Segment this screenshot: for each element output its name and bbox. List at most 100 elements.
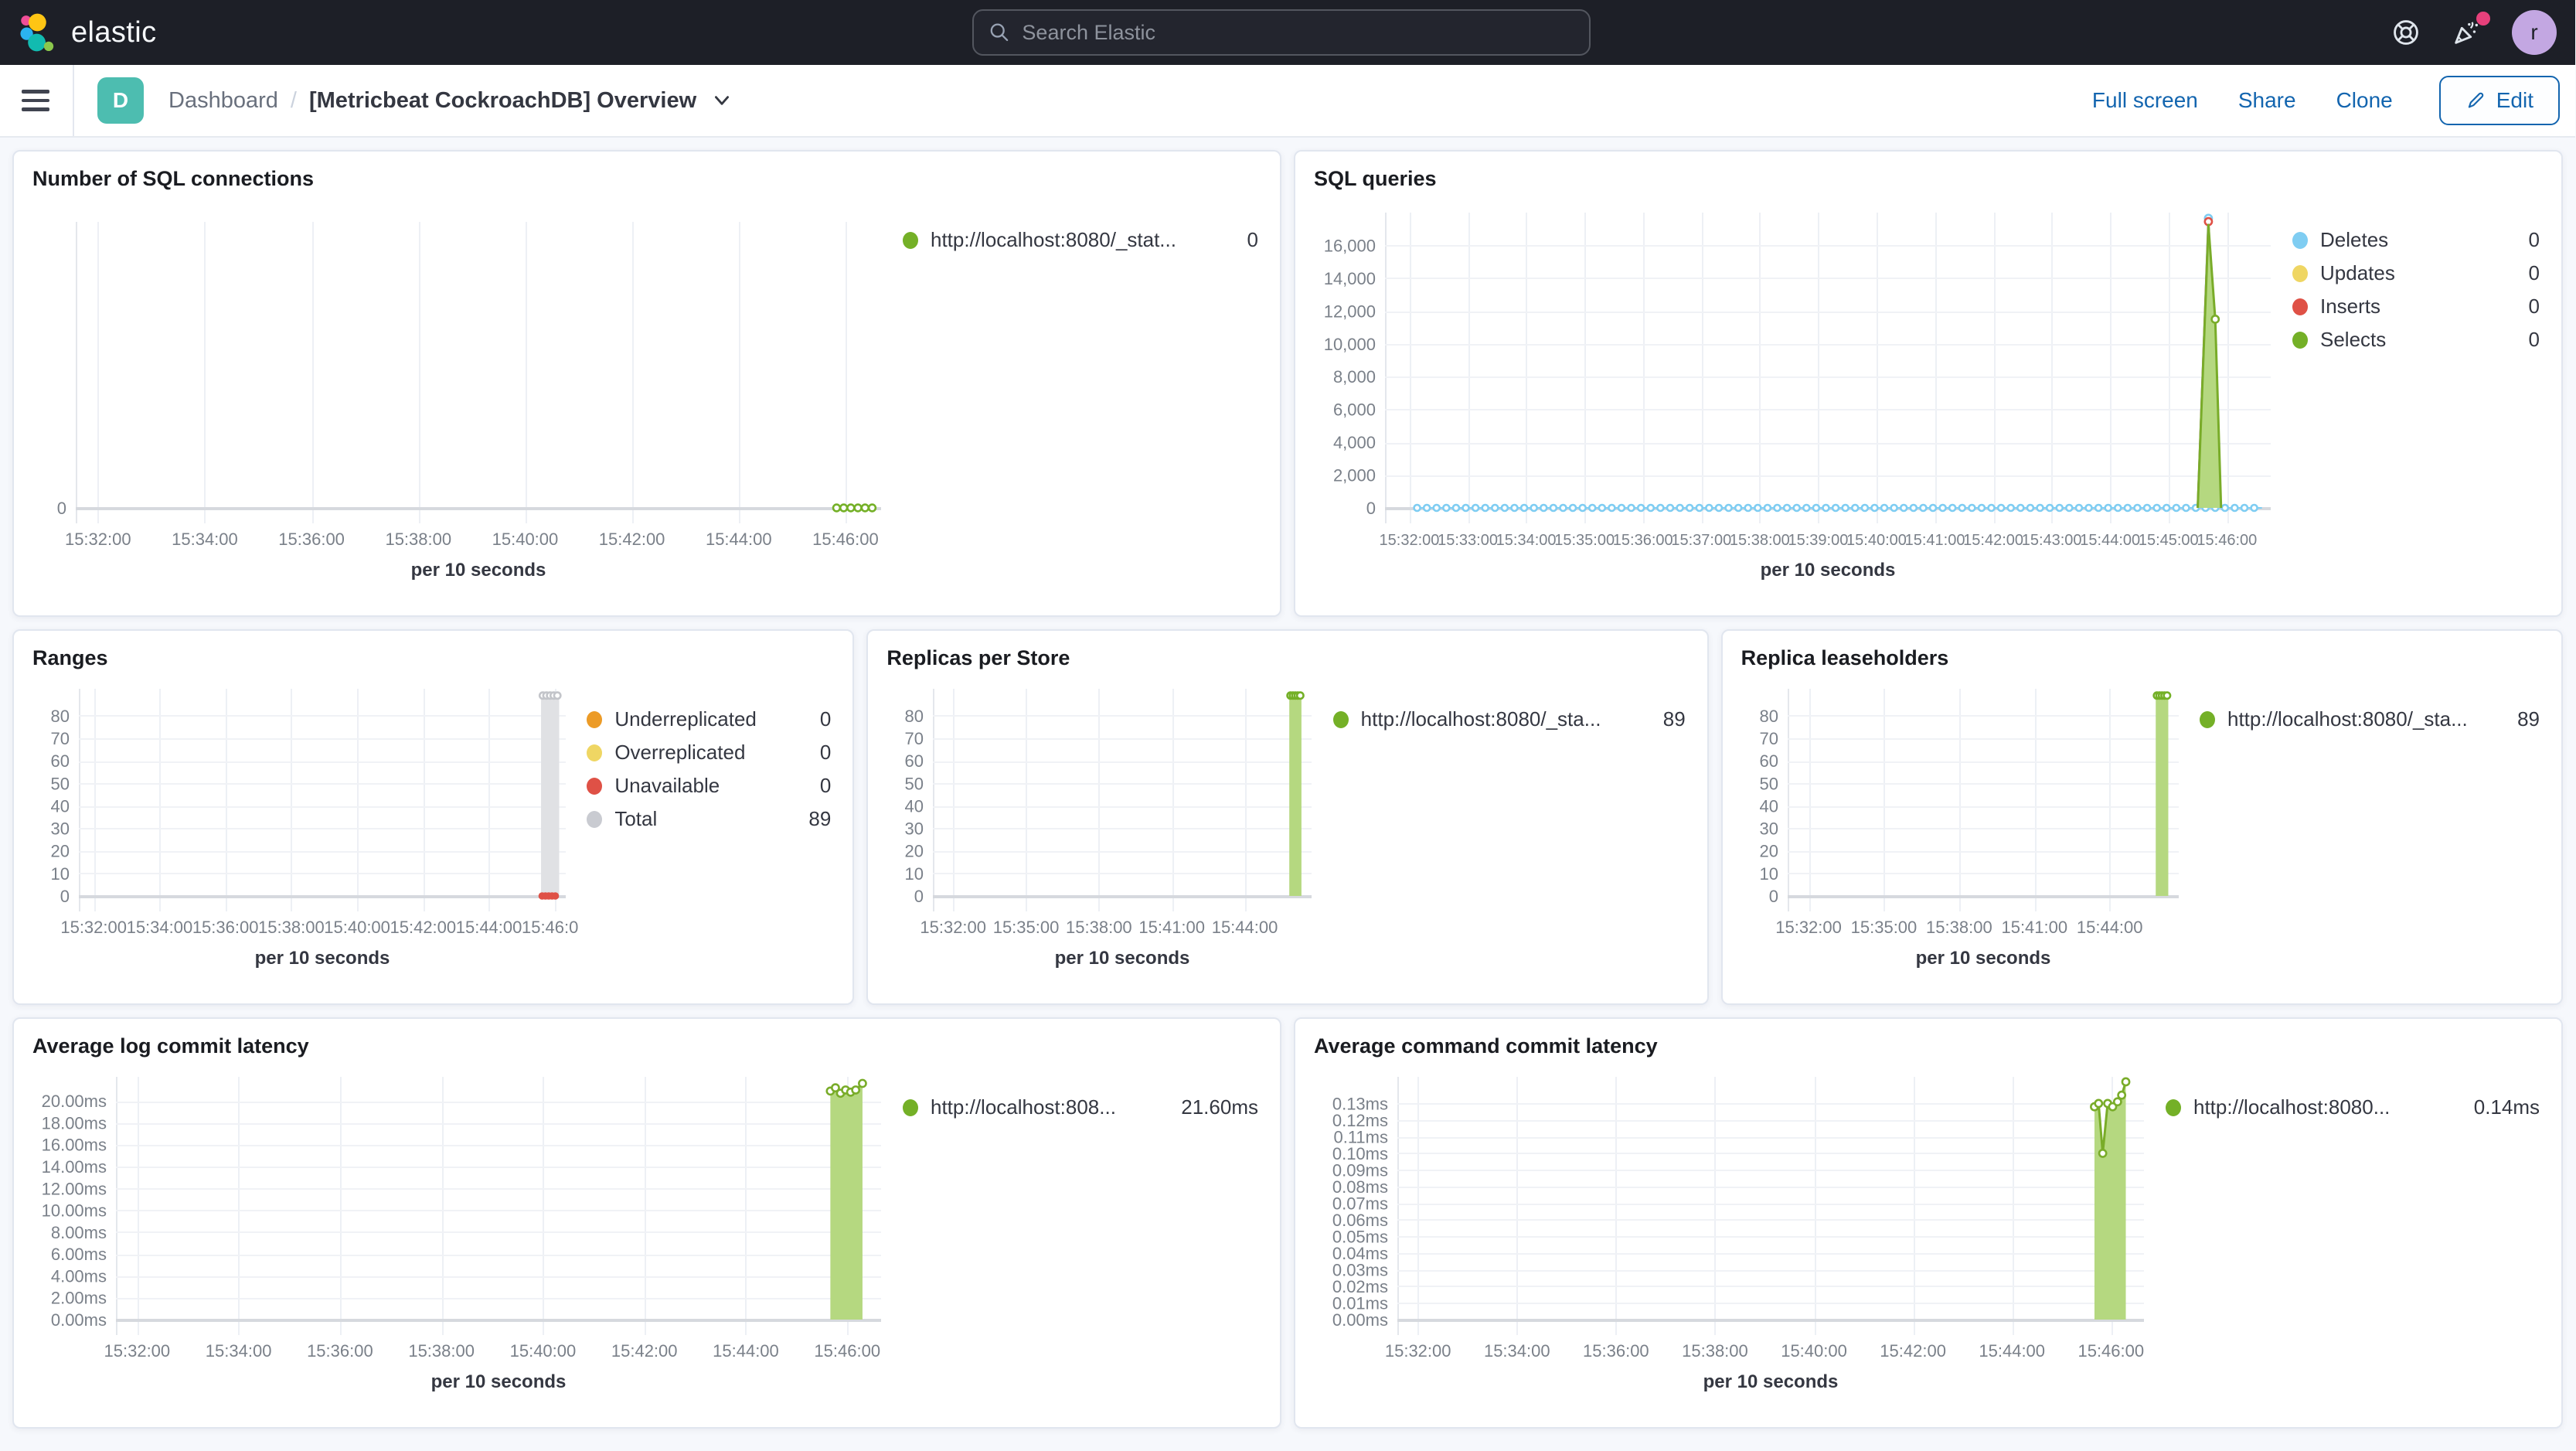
panel-average-command-commit-latency: Average command commit latency 0.00ms 0.0…: [1294, 1017, 2563, 1429]
help-button[interactable]: [2391, 18, 2421, 47]
legend-color-dot: [2292, 231, 2308, 249]
svg-text:15:46:00: 15:46:00: [2197, 532, 2257, 549]
svg-text:15:44:00: 15:44:00: [706, 530, 772, 549]
legend-label: http://localhost:808...: [931, 1095, 1116, 1119]
svg-text:12,000: 12,000: [1324, 301, 1376, 321]
svg-text:15:44:00: 15:44:00: [456, 918, 522, 937]
legend-item[interactable]: http://localhost:8080/_sta... 89: [2200, 707, 2540, 731]
svg-text:0.05ms: 0.05ms: [1332, 1227, 1388, 1246]
global-search[interactable]: [972, 9, 1591, 56]
legend-label: Unavailable: [614, 774, 720, 797]
svg-text:50: 50: [905, 774, 924, 793]
legend-color-dot: [2292, 298, 2308, 315]
legend-item[interactable]: Total 89: [587, 807, 831, 831]
svg-text:15:34:00: 15:34:00: [172, 530, 238, 549]
svg-text:15:44:00: 15:44:00: [1212, 918, 1278, 937]
news-button[interactable]: [2452, 12, 2490, 47]
svg-text:15:34:00: 15:34:00: [127, 918, 193, 937]
legend-item[interactable]: Deletes 0: [2292, 228, 2540, 252]
avatar[interactable]: r: [2512, 10, 2557, 55]
elastic-brand[interactable]: elastic: [19, 12, 157, 53]
svg-text:10.00ms: 10.00ms: [42, 1201, 107, 1221]
chart-canvas: 0.00ms0.01ms0.02ms0.03ms0.04ms0.05ms0.06…: [1332, 1077, 2144, 1392]
svg-text:14.00ms: 14.00ms: [42, 1157, 107, 1177]
legend-value: 0: [819, 774, 832, 797]
svg-text:0.12ms: 0.12ms: [1332, 1111, 1388, 1130]
legend-value: 0.14ms: [2473, 1095, 2540, 1119]
legend-label: http://localhost:8080/_sta...: [2227, 707, 2468, 731]
legend-value: 0: [2528, 228, 2540, 251]
sql-queries-chart: 0 2,000 4,000 6,000 8,000 10,000 12,000 14,000 1…: [1311, 191, 2283, 603]
search-input[interactable]: [1022, 20, 1574, 45]
svg-text:0.08ms: 0.08ms: [1332, 1177, 1388, 1197]
svg-text:30: 30: [1759, 819, 1778, 839]
breadcrumb-separator: /: [290, 87, 297, 113]
legend-item[interactable]: http://localhost:8080... 0.14ms: [2166, 1095, 2540, 1119]
panel-title: Replica leaseholders: [1741, 646, 1949, 669]
legend-item[interactable]: Inserts 0: [2292, 295, 2540, 318]
svg-text:40: 40: [905, 796, 924, 816]
dashboard-grid: Number of SQL connections 0 15:32:00 15:34…: [0, 138, 2575, 1441]
legend-item[interactable]: http://localhost:8080/_stat... 0: [903, 228, 1258, 252]
panel-title: Average command commit latency: [1314, 1034, 1658, 1058]
legend-value: 89: [2517, 707, 2540, 731]
notification-badge: [2476, 12, 2490, 26]
svg-text:per 10 seconds: per 10 seconds: [431, 1371, 567, 1392]
legend-color-dot: [587, 810, 603, 828]
legend-label: Selects: [2320, 328, 2387, 351]
svg-text:15:34:00: 15:34:00: [1496, 532, 1557, 549]
svg-text:15:37:00: 15:37:00: [1671, 532, 1731, 549]
svg-text:15:39:00: 15:39:00: [1788, 532, 1848, 549]
svg-text:0: 0: [1366, 499, 1376, 518]
svg-text:15:32:00: 15:32:00: [104, 1341, 171, 1361]
svg-text:15:42:00: 15:42:00: [1880, 1341, 1946, 1361]
svg-text:15:42:00: 15:42:00: [390, 918, 457, 937]
svg-text:15:38:00: 15:38:00: [1066, 918, 1132, 937]
chart-legend: http://localhost:8080... 0.14ms: [2156, 1058, 2546, 1415]
svg-text:0.11ms: 0.11ms: [1333, 1127, 1388, 1146]
clone-button[interactable]: Clone: [2336, 88, 2393, 113]
breadcrumb-dashboard-link[interactable]: Dashboard: [168, 88, 278, 114]
legend-item[interactable]: Updates 0: [2292, 261, 2540, 285]
edit-button[interactable]: Edit: [2438, 76, 2560, 125]
svg-text:15:41:00: 15:41:00: [1139, 918, 1206, 937]
svg-text:15:42:00: 15:42:00: [611, 1341, 678, 1361]
dashboard-app-badge: D: [97, 77, 144, 124]
ranges-chart: 0 10 20 30 40 50 60 70 80 15:32:00 15:34:00 15:36:0…: [29, 670, 578, 991]
sql-connections-chart: 0 15:32:00 15:34:00 15:36:00 15:38:00 15:40:0…: [29, 191, 893, 603]
chart-legend: http://localhost:808... 21.60ms: [893, 1058, 1264, 1415]
legend-item[interactable]: Selects 0: [2292, 328, 2540, 352]
svg-text:15:43:00: 15:43:00: [2022, 532, 2082, 549]
full-screen-button[interactable]: Full screen: [2092, 88, 2198, 113]
legend-label: http://localhost:8080...: [2193, 1095, 2391, 1119]
svg-text:0.10ms: 0.10ms: [1332, 1144, 1388, 1163]
svg-text:40: 40: [1759, 796, 1778, 816]
svg-text:30: 30: [905, 819, 924, 839]
legend-item[interactable]: Unavailable 0: [587, 774, 831, 798]
legend-label: http://localhost:8080/_sta...: [1360, 707, 1601, 731]
svg-text:16,000: 16,000: [1324, 236, 1376, 255]
legend-item[interactable]: http://localhost:8080/_sta... 89: [1332, 707, 1686, 731]
menu-button[interactable]: [22, 83, 49, 117]
svg-text:15:40:00: 15:40:00: [510, 1341, 577, 1361]
legend-item[interactable]: Underreplicated 0: [587, 707, 831, 731]
svg-text:20: 20: [51, 842, 70, 861]
dashboard-switch-button[interactable]: [712, 90, 732, 111]
share-button[interactable]: Share: [2238, 88, 2296, 113]
legend-item[interactable]: http://localhost:808... 21.60ms: [903, 1095, 1258, 1119]
legend-label: Deletes: [2320, 228, 2389, 251]
svg-text:8.00ms: 8.00ms: [51, 1223, 107, 1242]
legend-color-dot: [903, 231, 918, 249]
svg-text:15:38:00: 15:38:00: [385, 530, 451, 549]
svg-text:10,000: 10,000: [1324, 335, 1376, 354]
legend-item[interactable]: Overreplicated 0: [587, 741, 831, 765]
breadcrumb: Dashboard / [Metricbeat CockroachDB] Ove…: [168, 88, 732, 114]
svg-text:10: 10: [1759, 864, 1778, 884]
edit-button-label: Edit: [2496, 88, 2533, 112]
svg-text:2.00ms: 2.00ms: [51, 1289, 107, 1308]
panel-number-of-sql-connections: Number of SQL connections 0 15:32:00 15:34…: [12, 150, 1281, 617]
panel-title: SQL queries: [1314, 167, 1437, 190]
dashboard-toolbar: D Dashboard / [Metricbeat CockroachDB] O…: [0, 65, 2575, 138]
svg-text:15:41:00: 15:41:00: [1905, 532, 1965, 549]
svg-text:70: 70: [51, 729, 70, 748]
